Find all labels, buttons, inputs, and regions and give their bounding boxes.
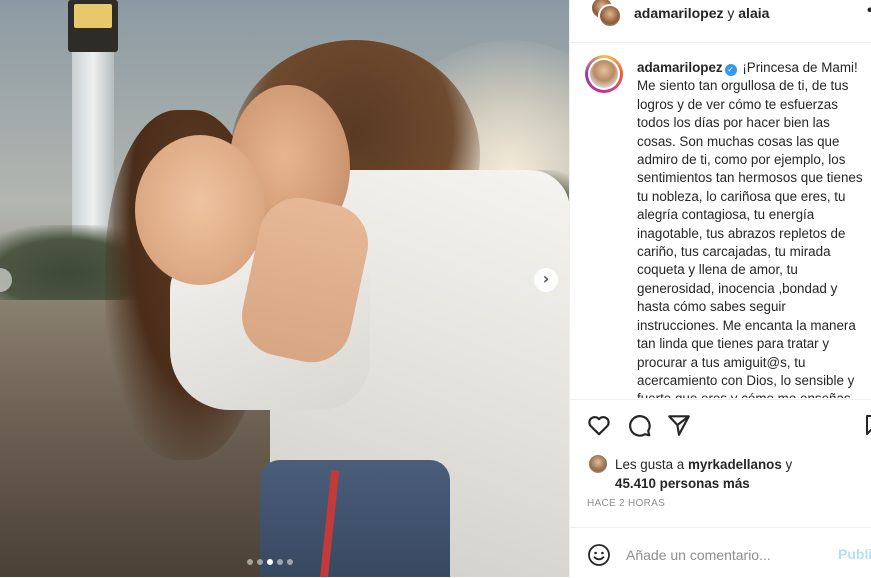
comment-bar: Publicar: [570, 527, 871, 578]
authors-joiner: y: [727, 5, 735, 21]
carousel-dot: [287, 559, 293, 565]
caption-text: ¡Princesa de Mami! Me siento tan orgullo…: [637, 60, 863, 398]
more-dots-icon[interactable]: •: [867, 2, 871, 20]
post-header: adamarilopez y alaia •: [570, 0, 871, 43]
coauthor-link[interactable]: alaia: [738, 5, 769, 21]
likes-section: Les gusta a myrkadellanos y 45.410 perso…: [570, 449, 871, 494]
author-link[interactable]: adamarilopez: [634, 5, 723, 21]
likes-count[interactable]: 45.410 personas más: [615, 476, 750, 491]
carousel-dot: [257, 559, 263, 565]
publish-button[interactable]: Publicar: [838, 546, 871, 562]
carousel-dot: [277, 559, 283, 565]
lighthouse-lamp: [74, 4, 112, 28]
caption-section: adamarilopez ✓ ¡Princesa de Mami! Me sien…: [570, 43, 871, 398]
smiley-icon[interactable]: [587, 543, 611, 567]
carousel-dots: [247, 559, 293, 565]
avatar-ring-gap: [588, 58, 620, 90]
likes-summary: Les gusta a myrkadellanos y 45.410 perso…: [615, 455, 865, 493]
post-side-panel: adamarilopez y alaia • adamarilopez✓ ¡Pr…: [569, 0, 871, 577]
avatar: [589, 455, 607, 473]
carousel-dot: [247, 559, 253, 565]
comment-input[interactable]: [626, 545, 826, 565]
bookmark-icon[interactable]: [866, 412, 871, 438]
post-timestamp[interactable]: Hace 2 horas: [587, 498, 665, 509]
comment-bubble-icon[interactable]: [626, 412, 652, 438]
collab-avatars[interactable]: [590, 0, 622, 28]
likes-prefix: Les gusta a: [615, 457, 685, 472]
mother-and-daughter-hug: [100, 40, 569, 577]
caption-username[interactable]: adamarilopez: [637, 60, 723, 75]
next-slide-button[interactable]: ›: [534, 268, 558, 292]
heart-icon[interactable]: [586, 412, 612, 438]
girl-face: [135, 135, 265, 285]
action-bar: [570, 399, 871, 450]
likes-joiner: y: [785, 457, 793, 472]
post-authors: adamarilopez y alaia: [634, 5, 769, 21]
post-photo[interactable]: ›: [0, 0, 569, 577]
carousel-dot-active: [267, 559, 273, 565]
liker-username[interactable]: myrkadellanos: [688, 457, 782, 472]
verified-badge-icon: ✓: [724, 64, 737, 76]
avatar: [598, 4, 622, 28]
paper-plane-icon[interactable]: [666, 412, 692, 438]
post-caption: adamarilopez ✓ ¡Princesa de Mami! Me sien…: [637, 59, 867, 398]
caption-avatar[interactable]: [585, 55, 623, 93]
chevron-right-icon: ›: [542, 269, 550, 288]
avatar: [590, 60, 618, 88]
